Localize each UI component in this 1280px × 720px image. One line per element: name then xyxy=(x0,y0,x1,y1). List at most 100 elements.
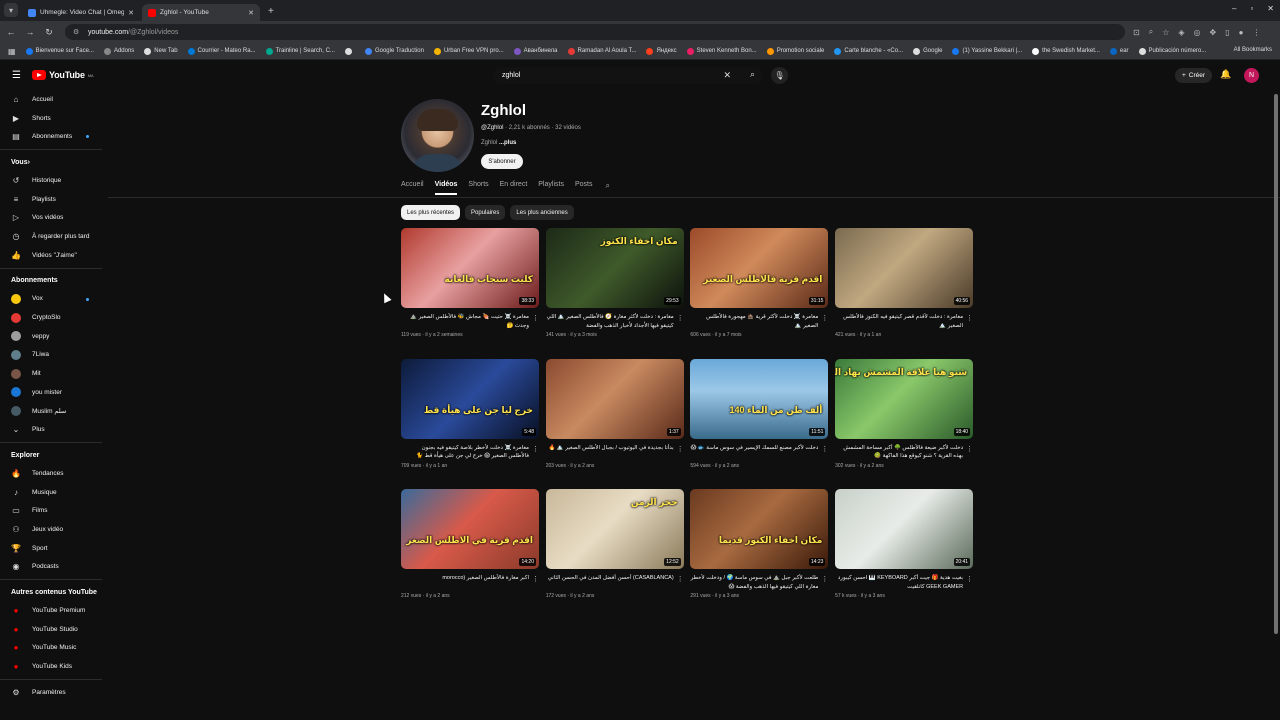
bookmark-item[interactable]: Steven Kenneth Bon... xyxy=(686,47,757,55)
video-thumbnail[interactable]: خرج ليا جن على هيأة قط 5:48 xyxy=(401,358,539,439)
sidebar-item-youtube-app[interactable]: ● YouTube Studio xyxy=(0,620,110,639)
sidebar-item-abonnements[interactable]: ▤ Abonnements xyxy=(0,127,110,146)
more-actions-icon[interactable]: ⋮ xyxy=(532,314,539,322)
minimize-icon[interactable]: – xyxy=(1232,4,1236,13)
sidebar-item-veppy[interactable]: veppy xyxy=(0,327,110,346)
more-actions-icon[interactable]: ⋮ xyxy=(966,575,973,583)
video-card[interactable]: حجر الزمن 12:52 (CASABLANCA) أحسن أفضل الم… xyxy=(545,489,684,599)
channel-description[interactable]: Zghlol ...plus xyxy=(481,140,516,146)
browser-tab[interactable]: Zghlol - YouTube ✕ xyxy=(142,4,260,21)
install-app-icon[interactable]: ⊡ xyxy=(1133,28,1140,37)
sidebar-item-sport[interactable]: 🏆 Sport xyxy=(0,539,110,558)
bookmark-item[interactable]: ear xyxy=(1109,47,1129,55)
bookmark-item[interactable]: Promotion sociale xyxy=(766,47,824,55)
tab-channel[interactable]: En direct xyxy=(500,181,528,195)
video-card[interactable]: شنو هيا علاقة المشمش بهاد الفاكية 18:40 دخ… xyxy=(835,358,974,469)
video-card[interactable]: مكان اخفاء الكنوز قديما 14:23 طلعت لأكبر ج… xyxy=(690,489,829,599)
maximize-icon[interactable]: ▫ xyxy=(1250,4,1253,13)
bookmark-item[interactable]: Google Traduction xyxy=(364,47,424,55)
video-title[interactable]: بغيت هدية 🎁 جيت أكبر KEYBOARD 🎹 احسن كيب… xyxy=(835,574,963,591)
sidebar-section-you[interactable]: Vous › xyxy=(0,153,110,171)
sidebar-item-7liwa[interactable]: 7Liwa xyxy=(0,346,110,365)
more-actions-icon[interactable]: ⋮ xyxy=(821,445,828,453)
video-thumbnail[interactable]: 140 ألف طن من الماء 11:51 xyxy=(690,358,829,439)
sidebar-item-you-mister[interactable]: you mister xyxy=(0,383,110,402)
video-title[interactable]: (CASABLANCA) أحسن أفضل المدن في الحسن ال… xyxy=(546,574,674,591)
tab-channel[interactable]: Playlists xyxy=(538,181,564,195)
puzzle-icon[interactable]: ✥ xyxy=(1210,28,1217,37)
sort-chip[interactable]: Les plus récentes xyxy=(401,205,461,220)
search-input[interactable]: zghlol ✕ ⌕ xyxy=(493,67,763,84)
bookmark-item[interactable]: Urban Free VPN pro... xyxy=(433,47,504,55)
video-thumbnail[interactable]: اقدم قرية فالاطلس الصغير 31:15 xyxy=(690,228,829,308)
sidebar-item-vos-vid-os[interactable]: ▷ Vos vidéos xyxy=(0,208,110,227)
sort-chip[interactable]: Populaires xyxy=(465,205,506,220)
sidebar-item-playlists[interactable]: ≡ Playlists xyxy=(0,190,110,209)
video-card[interactable]: 40:56 مغامرة : دخلت لأقدم قصر كيتيقو فيه … xyxy=(835,228,974,338)
bookmark-item[interactable]: Courrier - Mateo Ra... xyxy=(187,47,256,55)
forward-icon[interactable]: → xyxy=(22,27,38,37)
notifications-bell-icon[interactable]: 🔔 xyxy=(1220,69,1231,80)
create-button[interactable]: + Créer xyxy=(1175,68,1213,83)
video-thumbnail[interactable]: كليت سنجاب فالغابة 38:33 xyxy=(401,228,539,308)
sidebar-item-shorts[interactable]: ▶ Shorts xyxy=(0,109,110,128)
video-thumbnail[interactable]: 20:41 xyxy=(835,489,974,569)
sidebar-item-musique[interactable]: ♪ Musique xyxy=(0,483,110,502)
subscribe-button[interactable]: S'abonner xyxy=(481,154,523,169)
profile-icon[interactable]: ● xyxy=(1239,28,1244,37)
page-scrollbar[interactable] xyxy=(1274,94,1278,634)
more-actions-icon[interactable]: ⋮ xyxy=(677,445,684,453)
bookmark-item[interactable]: Google xyxy=(913,47,942,55)
tab-channel[interactable]: Posts xyxy=(575,181,593,195)
bookmark-item[interactable]: Ramadan Al Aoula T... xyxy=(567,47,636,55)
bookmark-item[interactable]: Carte blanche - «Co... xyxy=(834,47,903,55)
more-actions-icon[interactable]: ⋮ xyxy=(966,445,973,453)
more-actions-icon[interactable]: ⋮ xyxy=(677,575,684,583)
more-actions-icon[interactable]: ⋮ xyxy=(532,445,539,453)
video-title[interactable]: مغامرة : دخلت لأكثر مغارة 🧭 فالأطلس الصغ… xyxy=(546,313,674,330)
tab-close-icon[interactable]: ✕ xyxy=(248,9,254,17)
extension-icon[interactable]: ◈ xyxy=(1178,28,1184,37)
zoom-icon[interactable]: ⌕ xyxy=(1149,27,1153,37)
video-card[interactable]: مكان اخفاء الكنوز 29:53 مغامرة : دخلت لأكث… xyxy=(545,228,684,338)
bookmark-item[interactable]: New Tab xyxy=(144,47,178,55)
hamburger-menu-icon[interactable]: ☰ xyxy=(12,70,22,81)
channel-avatar[interactable] xyxy=(401,99,474,172)
bookmark-item[interactable]: the Swedish Market... xyxy=(1032,47,1100,55)
menu-icon[interactable]: ⋮ xyxy=(1252,28,1260,37)
video-thumbnail[interactable]: اقدم قرية في الاطلس الصغر 14:20 xyxy=(401,489,539,569)
video-card[interactable]: كليت سنجاب فالغابة 38:33 مغامرة ☠️ حتيت 🍖 … xyxy=(401,228,539,338)
video-title[interactable]: دخلت لأكبر مصنع للسمك الإيسير في سوس ماس… xyxy=(690,444,819,461)
video-thumbnail[interactable]: 1:37 xyxy=(545,358,684,439)
video-thumbnail[interactable]: مكان اخفاء الكنوز 29:53 xyxy=(545,228,684,308)
reload-icon[interactable]: ↻ xyxy=(41,27,57,38)
tab-close-icon[interactable]: ✕ xyxy=(128,9,134,17)
sidebar-item-tendances[interactable]: 🔥 Tendances xyxy=(0,464,110,483)
video-title[interactable]: مغامرة : دخلت لأقدم قصر كيتيقو فيه الكنو… xyxy=(835,313,963,330)
sidebar-item-settings[interactable]: ⚙ Paramètres xyxy=(0,683,110,702)
more-actions-icon[interactable]: ⋮ xyxy=(821,314,828,322)
new-tab-button[interactable]: + xyxy=(268,6,274,17)
bookmark-item[interactable]: Яндекс xyxy=(646,47,677,55)
more-actions-icon[interactable]: ⋮ xyxy=(821,575,828,583)
bookmark-item[interactable]: Addons xyxy=(103,47,134,55)
video-thumbnail[interactable]: مكان اخفاء الكنوز قديما 14:23 xyxy=(690,489,829,569)
sort-chip[interactable]: Les plus anciennes xyxy=(510,205,574,220)
bookmark-item[interactable]: Trainline | Search, C... xyxy=(265,47,335,55)
video-card[interactable]: 1:37 بدأنا بجديدة في اليوتيوب / بجبال الأ… xyxy=(545,358,684,469)
sidebar-item-mit[interactable]: Mit xyxy=(0,364,110,383)
sidebar-item-more[interactable]: ⌄ Plus xyxy=(0,420,110,439)
video-title[interactable]: مغامرة ☠️ حتيت 🍖 مجاش 🐝 فالأطلس الصغير ⛰… xyxy=(401,313,529,330)
more-actions-icon[interactable]: ⋮ xyxy=(966,314,973,322)
tab-channel[interactable]: Accueil xyxy=(401,181,424,195)
bookmark-item[interactable] xyxy=(344,47,355,55)
apps-icon[interactable]: ▦ xyxy=(8,47,16,56)
video-card[interactable]: خرج ليا جن على هيأة قط 5:48 مغامرة ☠️ دخلت… xyxy=(401,358,539,469)
voice-search-icon[interactable]: 🎙 xyxy=(771,67,788,84)
video-card[interactable]: 20:41 بغيت هدية 🎁 جيت أكبر KEYBOARD 🎹 احس… xyxy=(835,489,974,599)
bookmark-star-icon[interactable]: ☆ xyxy=(1162,28,1169,37)
sidebar-item-accueil[interactable]: ⌂ Accueil xyxy=(0,90,110,109)
video-thumbnail[interactable]: 40:56 xyxy=(835,228,974,308)
sidebar-item-vid-os-j-aime-[interactable]: 👍 Vidéos "J'aime" xyxy=(0,246,110,265)
video-title[interactable]: طلعت لأكبر جبل ⛰️ في سوس ماسة 🌍 / ودخلت … xyxy=(690,574,819,591)
